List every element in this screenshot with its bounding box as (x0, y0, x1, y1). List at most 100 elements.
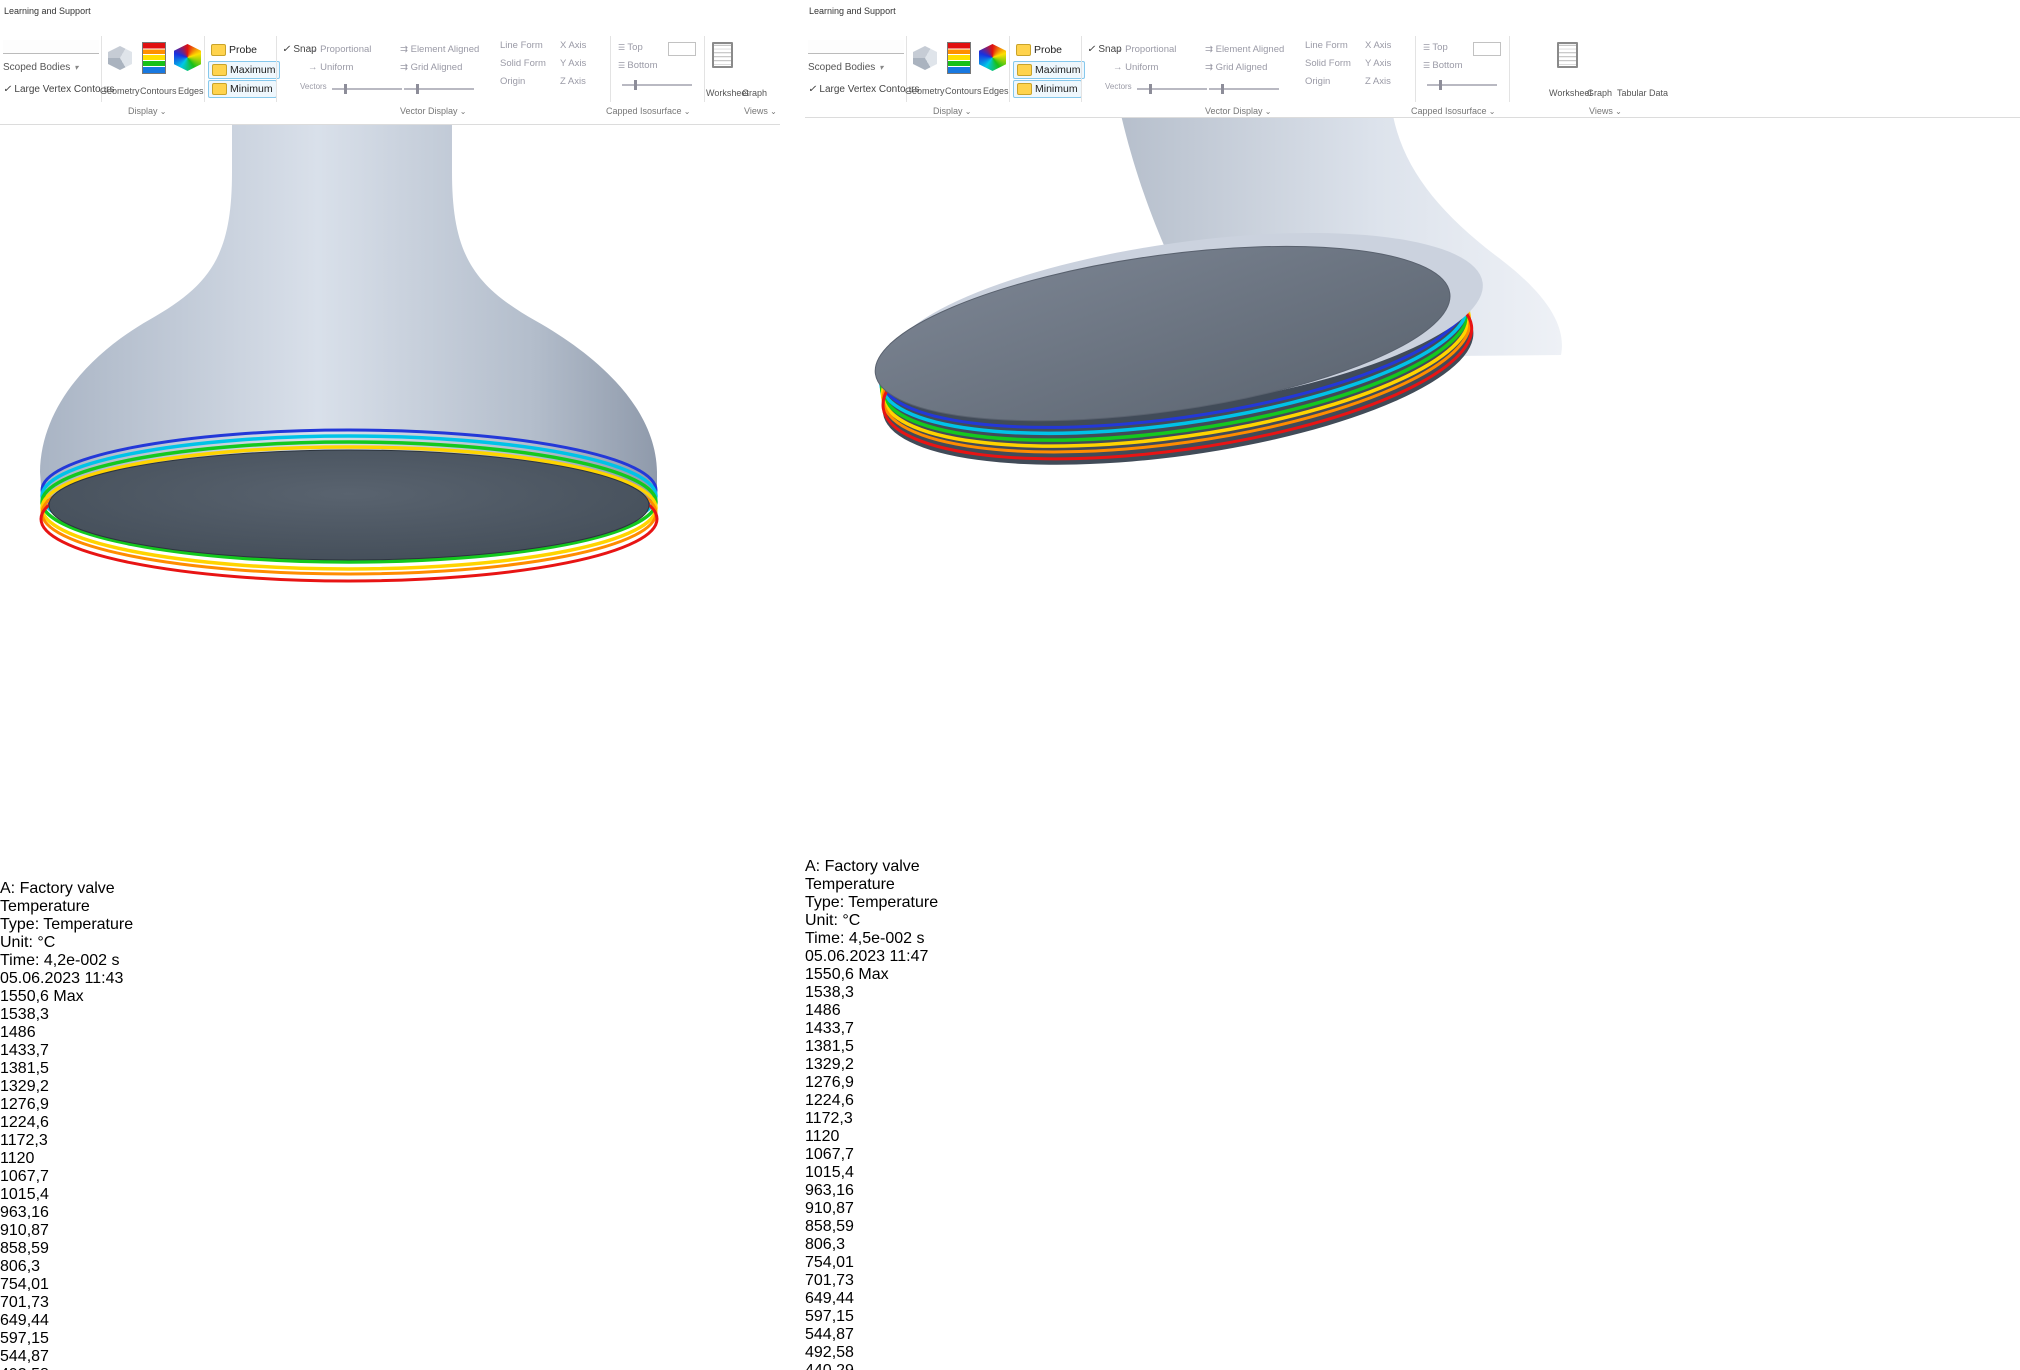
vector-display-group-label: Vector Display (1205, 106, 1271, 116)
legend-entry: 1224,6 (805, 1092, 2020, 1110)
capped-value-input[interactable] (1473, 42, 1501, 56)
vector-length-slider[interactable] (1137, 88, 1207, 90)
legend-value: 1120 (805, 1128, 839, 1145)
legend-value: 1172,3 (0, 1132, 48, 1149)
learning-and-support-link[interactable]: Learning and Support (809, 6, 896, 16)
legend-entry: 858,59 (805, 1218, 2020, 1236)
capped-bottom-button[interactable]: Bottom (618, 60, 658, 71)
legend-entry: 1224,6 (0, 1114, 780, 1132)
scoped-bodies-dropdown[interactable]: Scoped Bodies (808, 62, 883, 73)
legend-value: 1486 (0, 1024, 36, 1041)
legend-value: 1224,6 (0, 1114, 49, 1131)
legend-value: 597,15 (0, 1330, 49, 1347)
proportional-button[interactable]: Proportional (308, 44, 371, 55)
maximum-button[interactable]: Maximum (208, 61, 280, 79)
minimum-button[interactable]: Minimum (208, 80, 277, 98)
probe-button[interactable]: Probe (208, 42, 260, 58)
legend-value: 1015,4 (0, 1186, 49, 1203)
vector-length-slider[interactable] (332, 88, 402, 90)
legend-value: 597,15 (805, 1308, 854, 1325)
legend-value: 1538,3 (0, 1006, 49, 1023)
minimum-button[interactable]: Minimum (1013, 80, 1082, 98)
learning-and-support-link[interactable]: Learning and Support (4, 6, 91, 16)
views-group-label: Views (1589, 106, 1622, 116)
y-axis-button[interactable]: Y Axis (560, 58, 586, 69)
large-vertex-contours-checkbox[interactable]: Large Vertex Contours (808, 84, 919, 95)
large-vertex-contours-checkbox[interactable]: Large Vertex Contours (3, 84, 114, 95)
capped-top-button[interactable]: Top (618, 42, 643, 53)
geometry-icon[interactable] (108, 46, 132, 70)
grid-aligned-button[interactable]: Grid Aligned (1205, 62, 1267, 73)
vector-density-slider[interactable] (1209, 88, 1279, 90)
capped-bottom-button[interactable]: Bottom (1423, 60, 1463, 71)
capped-value-input[interactable] (668, 42, 696, 56)
legend-entry: 544,87 (0, 1348, 780, 1366)
uniform-button[interactable]: Uniform (308, 62, 353, 73)
line-form-button[interactable]: Line Form (1305, 40, 1348, 51)
vector-density-slider[interactable] (404, 88, 474, 90)
legend-header-line: Time: 4,2e-002 s (0, 952, 780, 970)
capped-isosurface-group-label: Capped Isosurface (1411, 106, 1495, 116)
x-axis-button[interactable]: X Axis (560, 40, 586, 51)
contours-icon[interactable] (947, 42, 971, 74)
legend-entry: 1433,7 (0, 1042, 780, 1060)
quick-search-field[interactable] (3, 40, 99, 54)
grid-aligned-button[interactable]: Grid Aligned (400, 62, 462, 73)
legend-entry: 858,59 (0, 1240, 780, 1258)
probe-button[interactable]: Probe (1013, 42, 1065, 58)
legend-header-line: Type: Temperature (805, 894, 2020, 912)
legend-value: 649,44 (0, 1312, 49, 1329)
z-axis-button[interactable]: Z Axis (1365, 76, 1391, 87)
solid-form-button[interactable]: Solid Form (500, 58, 546, 69)
element-aligned-button[interactable]: Element Aligned (1205, 44, 1284, 55)
worksheet-icon[interactable] (712, 42, 733, 68)
scoped-bodies-dropdown[interactable]: Scoped Bodies (3, 62, 78, 73)
worksheet-label: Worksheet (1549, 88, 1592, 98)
maximum-button[interactable]: Maximum (1013, 61, 1085, 79)
uniform-button[interactable]: Uniform (1113, 62, 1158, 73)
legend-entry: 1538,3 (805, 984, 2020, 1002)
legend-entry: 1433,7 (805, 1020, 2020, 1038)
origin-button[interactable]: Origin (1305, 76, 1330, 87)
z-axis-button[interactable]: Z Axis (560, 76, 586, 87)
legend-value: 1067,7 (805, 1146, 854, 1163)
viewport-a[interactable]: A: Factory valveTemperatureType: Tempera… (0, 20, 780, 1370)
edges-label: Edges (178, 86, 204, 96)
legend-header-line: 05.06.2023 11:43 (0, 970, 780, 988)
quick-search-field[interactable] (808, 40, 904, 54)
legend-value: 1329,2 (805, 1056, 854, 1073)
y-axis-button[interactable]: Y Axis (1365, 58, 1391, 69)
legend-entry: 1067,7 (0, 1168, 780, 1186)
legend-header-line: Temperature (0, 898, 780, 916)
edges-icon[interactable] (979, 44, 1006, 71)
worksheet-icon[interactable] (1557, 42, 1578, 68)
legend-value: 1329,2 (0, 1078, 49, 1095)
legend-value: 754,01 (0, 1276, 49, 1293)
vectors-label: Vectors (1105, 82, 1132, 91)
element-aligned-button[interactable]: Element Aligned (400, 44, 479, 55)
x-axis-button[interactable]: X Axis (1365, 40, 1391, 51)
legend-entry: 1381,5 (805, 1038, 2020, 1056)
solid-form-button[interactable]: Solid Form (1305, 58, 1351, 69)
capped-isosurface-group-label: Capped Isosurface (606, 106, 690, 116)
legend-header-line: Unit: °C (805, 912, 2020, 930)
legend-header-line: Time: 4,5e-002 s (805, 930, 2020, 948)
origin-button[interactable]: Origin (500, 76, 525, 87)
capped-slider[interactable] (622, 84, 692, 86)
legend-value: 1550,6 Max (0, 988, 84, 1005)
geometry-icon[interactable] (913, 46, 937, 70)
contours-icon[interactable] (142, 42, 166, 74)
capped-top-button[interactable]: Top (1423, 42, 1448, 53)
legend-value: 1381,5 (0, 1060, 49, 1077)
legend-value: 1433,7 (0, 1042, 49, 1059)
legend-value: 544,87 (0, 1348, 49, 1365)
edges-icon[interactable] (174, 44, 201, 71)
legend-entry: 1120 (805, 1128, 2020, 1146)
viewport-b[interactable]: A: Factory valveTemperatureType: Tempera… (805, 20, 2020, 1370)
capped-slider[interactable] (1427, 84, 1497, 86)
proportional-button[interactable]: Proportional (1113, 44, 1176, 55)
geometry-label: Geometry (905, 86, 945, 96)
legend-value: 440,29 (805, 1362, 854, 1370)
screenshot-stage: Learning and Support Scoped Bodies Large… (0, 0, 2020, 1370)
line-form-button[interactable]: Line Form (500, 40, 543, 51)
